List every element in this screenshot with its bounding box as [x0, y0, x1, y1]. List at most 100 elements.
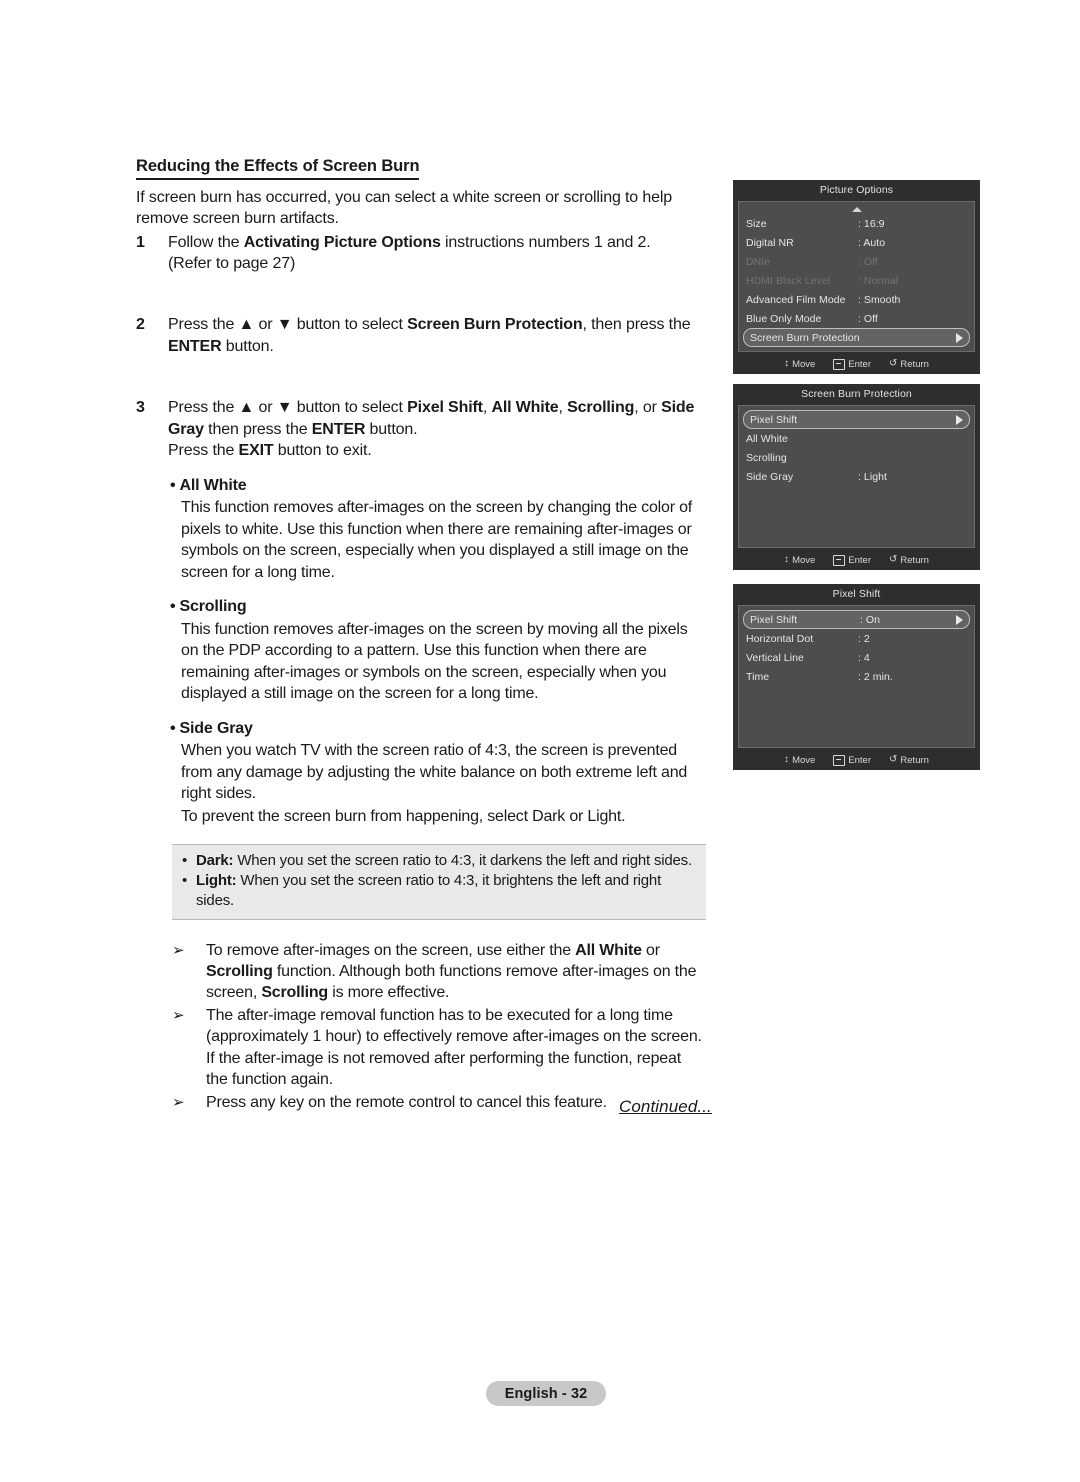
bullet-dot-icon: • [170, 476, 176, 494]
step-3-text-a: Press the ▲ or ▼ button to select [168, 399, 408, 417]
osd-footer-enter[interactable]: Enter [833, 554, 871, 566]
osd-row-side-gray[interactable]: Side Gray: Light [739, 467, 974, 486]
osd-row-value: : 2 min. [858, 670, 893, 683]
osd-footer-move[interactable]: ↕ Move [784, 359, 815, 370]
step-3-bold-enter: ENTER [311, 420, 366, 438]
osd-row-label: Horizontal Dot [746, 632, 814, 645]
bullet-dot-icon: • [170, 598, 176, 616]
osd-empty-row [739, 486, 974, 505]
step-3-text-b: Press the [168, 442, 239, 460]
osd-footer: ↕ Move Enter ↺ Return [733, 352, 980, 374]
osd-row-advanced-film-mode[interactable]: Advanced Film Mode : Smooth [739, 290, 974, 309]
arrow-note-1-c: or [641, 941, 660, 959]
osd-row-label: HDMI Black Level [746, 274, 831, 287]
step-2-text-b: , then press the [582, 316, 691, 334]
osd-footer-move[interactable]: ↕ Move [784, 555, 815, 566]
osd-row-value: : Off [858, 312, 878, 325]
osd-footer: ↕ Move Enter ↺ Return [733, 748, 980, 770]
osd-row-pixel-shift[interactable]: Pixel Shift: On [743, 610, 970, 629]
note-line-dark: • Dark: When you set the screen ratio to… [182, 851, 696, 871]
osd-footer-return[interactable]: ↺ Return [889, 555, 929, 566]
note-light-body: When you set the screen ratio to 4:3, it… [196, 872, 662, 909]
osd-row-label: Scrolling [746, 451, 787, 464]
osd-row-pixel-shift[interactable]: Pixel Shift [743, 410, 970, 429]
arrow-bullet-icon: ➢ [172, 1093, 185, 1111]
osd-row-value: : 4 [858, 651, 870, 664]
osd-footer-move[interactable]: ↕ Move [784, 755, 815, 766]
step-2-text-c: button. [221, 337, 274, 355]
step-3-sep-5: button. [365, 420, 418, 438]
step-3-sep-4: then press the [203, 420, 312, 438]
osd-row-label: Time [746, 670, 770, 683]
arrow-bullet-icon: ➢ [172, 941, 185, 959]
osd-footer-return[interactable]: ↺ Return [889, 755, 929, 766]
subsection-side-gray: • Side Gray When you watch TV with the sc… [170, 719, 706, 828]
osd-row-value: : Smooth [858, 293, 901, 306]
chevron-right-icon[interactable] [956, 614, 963, 625]
arrow-note-1: ➢ To remove after-images on the screen, … [172, 940, 706, 1004]
subsection-scrolling-label: Scrolling [179, 598, 247, 616]
osd-row-time[interactable]: Time : 2 min. [739, 667, 974, 686]
osd-row-label: Size [746, 217, 767, 230]
step-1-bold-activating-picture-options: Activating Picture Options [243, 233, 441, 251]
step-3-bold-pixel-shift: Pixel Shift [407, 399, 483, 417]
step-2-bold-enter: ENTER [168, 337, 222, 355]
osd-row-label: Advanced Film Mode [746, 293, 846, 306]
osd-row-all-white[interactable]: All White [739, 429, 974, 448]
osd-row-screen-burn-protection[interactable]: Screen Burn Protection [743, 328, 970, 347]
step-3-number: 3 [136, 399, 145, 417]
osd-footer-enter-label: Enter [848, 754, 872, 766]
osd-empty-row [739, 705, 974, 724]
step-1-text-b: instructions numbers 1 and 2. [440, 233, 651, 251]
osd-row-scrolling[interactable]: Scrolling [739, 448, 974, 467]
arrow-note-1-bold-all-white: All White [575, 941, 642, 959]
step-1-text-a: Follow the [168, 233, 244, 251]
osd-row-hdmi-black-level[interactable]: HDMI Black Level: Normal [739, 271, 974, 290]
arrow-note-1-bold-scrolling: Scrolling [206, 963, 273, 981]
osd-footer-enter-label: Enter [848, 358, 872, 370]
step-3-bold-exit: EXIT [238, 442, 274, 460]
step-1-text-c: (Refer to page 27) [168, 254, 296, 272]
osd-row-horizontal-dot[interactable]: Horizontal Dot: 2 [739, 629, 974, 648]
step-3-sep-3: , or [634, 399, 662, 417]
osd-empty-row [739, 686, 974, 705]
osd-footer-move-label: Move [792, 754, 816, 766]
enter-key-icon [833, 554, 846, 566]
subsection-scrolling-body: This function removes after-images on th… [181, 620, 688, 703]
chevron-right-icon[interactable] [956, 414, 963, 425]
osd-footer-return-label: Return [900, 754, 929, 766]
enter-key-icon [833, 754, 846, 766]
step-3-bold-all-white: All White [491, 399, 559, 417]
note-dark-label: Dark: [196, 852, 234, 870]
osd-row-dnie[interactable]: DNIe: Off [739, 252, 974, 271]
osd-row-label: Screen Burn Protection [750, 331, 860, 344]
osd-row-vertical-line[interactable]: Vertical Line: 4 [739, 648, 974, 667]
note-line-light: • Light: When you set the screen ratio t… [182, 871, 696, 911]
osd-footer-enter[interactable]: Enter [833, 754, 872, 766]
subsection-side-gray-body-2: To prevent the screen burn from happenin… [181, 807, 626, 825]
osd-row-value: : On [860, 613, 881, 626]
chevron-right-icon[interactable] [956, 332, 963, 343]
note-dark-body: When you set the screen ratio to 4:3, it… [233, 852, 692, 870]
osd-body: Size: 16:9 Digital NR: Auto DNIe: Off HDMI … [738, 201, 975, 352]
arrow-note-2: ➢ The after-image removal function has t… [172, 1005, 706, 1091]
step-3-bold-scrolling: Scrolling [567, 399, 635, 417]
continued-label: Continued... [619, 1097, 712, 1116]
note-light-label: Light: [196, 872, 237, 889]
osd-title: Picture Options [819, 184, 894, 196]
osd-row-size[interactable]: Size: 16:9 [739, 214, 974, 233]
scroll-up-icon[interactable] [851, 207, 862, 212]
osd-footer-move-label: Move [792, 358, 816, 370]
step-3-body: Press the ▲ or ▼ button to select Pixel … [168, 397, 706, 461]
step-2-number: 2 [136, 316, 145, 334]
note-box: • Dark: When you set the screen ratio to… [172, 844, 706, 920]
osd-empty-row [739, 724, 974, 743]
osd-footer-return[interactable]: ↺ Return [889, 359, 929, 370]
osd-row-blue-only-mode[interactable]: Blue Only Mode: Off [739, 309, 974, 328]
return-arrow-icon: ↺ [889, 554, 898, 565]
osd-footer-enter[interactable]: Enter [833, 358, 872, 370]
osd-row-digital-nr[interactable]: Digital NR: Auto [739, 233, 974, 252]
step-1: 1 Follow the Activating Picture Options … [136, 232, 706, 275]
arrow-note-2-text: The after-image removal function has to … [206, 1006, 702, 1089]
return-arrow-icon: ↺ [889, 358, 898, 369]
